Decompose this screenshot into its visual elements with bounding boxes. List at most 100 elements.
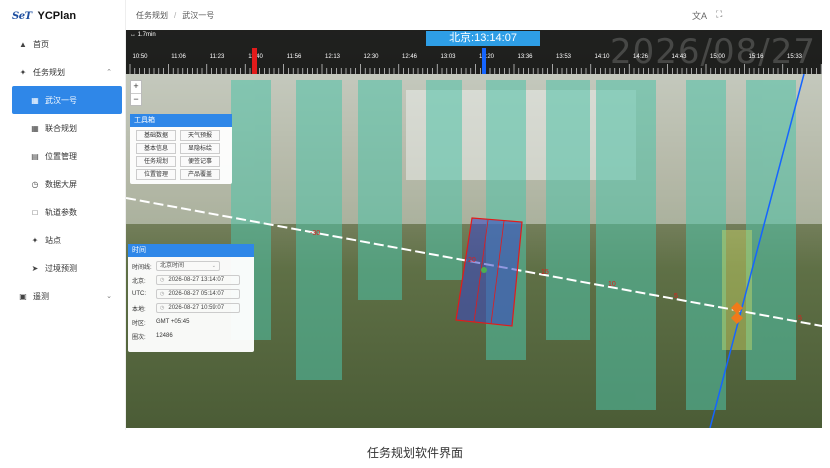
timeline-tick-label: 13:53 xyxy=(555,54,572,60)
calendar-icon: ▦ xyxy=(31,95,39,105)
sidebar-item-data-screen[interactable]: ◷ 数据大屏 xyxy=(0,170,126,198)
timezone-select[interactable]: 北京时间 ⌄ xyxy=(156,261,220,271)
clock-icon: ◷ xyxy=(31,179,39,189)
clock-icon: ◷ xyxy=(160,277,165,283)
satellite-icon: ✦ xyxy=(19,67,27,77)
figure-caption: 任务规划软件界面 xyxy=(366,446,463,460)
timezone-offset-value: GMT +05:45 xyxy=(156,319,190,325)
sidebar-item-label: 任务规划 xyxy=(33,67,65,77)
telemetry-icon: ▣ xyxy=(19,291,27,301)
toolbox-basic-data-button[interactable]: 基础数据 xyxy=(136,130,176,141)
track-label-minus30: -30 xyxy=(310,230,321,237)
sidebar-item-label: 首页 xyxy=(33,39,49,49)
timeline-tick-label: 14:43 xyxy=(671,54,687,60)
sidebar-item-label: 武汉一号 xyxy=(45,95,77,105)
fullscreen-icon[interactable]: ⛶ xyxy=(716,9,722,20)
breadcrumb-separator: / xyxy=(174,10,177,20)
map-view[interactable]: -30 20 15 10 5 5 ↔ 1.7min 北京:13:14:07 20… xyxy=(126,30,822,428)
track-label-5a: 5 xyxy=(674,293,678,300)
orbit-count-value: 12486 xyxy=(156,333,173,339)
zoom-out-button[interactable]: − xyxy=(131,93,141,105)
toolbox-mission-planning-button[interactable]: 任务规划 xyxy=(136,156,176,167)
sidebar-nav: ▲ 首页 ✦ 任务规划 ⌃ ▦ 武汉一号 ▦ 联合规划 ▤ 位置管理 ◷ 数据大… xyxy=(0,30,126,310)
track-label-10: 10 xyxy=(608,281,616,288)
utc-time-field[interactable]: ◷ 2026-08-27 05:14:07 xyxy=(156,289,240,299)
sidebar-item-label: 联合规划 xyxy=(45,123,77,133)
toolbox-basic-info-button[interactable]: 基本信息 xyxy=(136,143,176,154)
timeline-tick-label: 15:00 xyxy=(709,54,726,60)
clock-icon: ◷ xyxy=(160,305,165,311)
app-logo[interactable]: SeT YCPlan xyxy=(12,9,76,23)
top-header: 任务规划 / 武汉一号 文A ⛶ xyxy=(126,0,830,30)
breadcrumb-item-mission-planning[interactable]: 任务规划 xyxy=(136,10,168,21)
sidebar-item-transit-prediction[interactable]: ➤ 过境预测 xyxy=(0,254,126,282)
sidebar-item-label: 站点 xyxy=(45,235,61,245)
sidebar-item-location-management[interactable]: ▤ 位置管理 xyxy=(0,142,126,170)
time-panel-title: 时间 xyxy=(128,244,254,257)
orbit-count-label: 圈次: xyxy=(132,334,146,341)
map-icon: ▤ xyxy=(31,151,39,161)
timeline-bar[interactable]: ↔ 1.7min 北京:13:14:07 2026/08/27 10:50 11:… xyxy=(126,30,822,74)
sidebar-item-joint-planning[interactable]: ▦ 联合规划 xyxy=(0,114,126,142)
clock-icon: ◷ xyxy=(160,291,165,297)
timeline-tick-label: 12:30 xyxy=(363,54,379,60)
translate-icon[interactable]: 文A xyxy=(692,9,707,22)
timeline-ruler xyxy=(129,64,822,74)
local-time-label: 本地: xyxy=(132,306,146,313)
sidebar-item-label: 过境预测 xyxy=(45,263,77,273)
sidebar-item-stations[interactable]: ✦ 站点 xyxy=(0,226,126,254)
toolbox-toggle-plot-button[interactable]: 显隐标绘 xyxy=(180,143,220,154)
orbit-icon: □ xyxy=(32,207,38,217)
zoom-control: + − xyxy=(130,80,142,106)
sidebar-item-label: 轨道参数 xyxy=(45,207,77,217)
timeline-tick-label: 11:06 xyxy=(171,54,186,60)
toolbox-location-button[interactable]: 位置管理 xyxy=(136,169,176,180)
logo-mark: SeT xyxy=(12,10,32,22)
chevron-down-icon: ⌄ xyxy=(211,263,216,269)
timeline-tick-label: 12:13 xyxy=(324,54,341,60)
timeline-tick-label: 14:26 xyxy=(632,54,649,60)
toolbox-panel: 工具箱 基础数据 天气预报 基本信息 显隐标绘 任务规划 便签记事 位置管理 产… xyxy=(130,114,232,184)
timeline-tick-label: 12:46 xyxy=(401,54,418,60)
track-label-20: 20 xyxy=(468,257,476,264)
sidebar: SeT YCPlan ▲ 首页 ✦ 任务规划 ⌃ ▦ 武汉一号 ▦ 联合规划 ▤… xyxy=(0,0,126,430)
track-label-5b: 5 xyxy=(798,315,802,322)
timeline-current-window-marker[interactable] xyxy=(252,48,257,74)
timeline-tick-label: 11:56 xyxy=(286,54,302,60)
timeline-now-marker[interactable] xyxy=(482,48,486,74)
calendar-icon: ▦ xyxy=(31,123,39,133)
timezone-label: 时间线: xyxy=(132,264,152,271)
timeline-tick-label: 11:23 xyxy=(209,54,225,60)
sidebar-item-home[interactable]: ▲ 首页 xyxy=(0,30,126,58)
sidebar-item-mission-planning[interactable]: ✦ 任务规划 ⌃ xyxy=(0,58,126,86)
beijing-time-label: 北京: xyxy=(132,278,146,285)
timezone-offset-label: 时区: xyxy=(132,320,146,327)
sidebar-item-orbit-parameters[interactable]: □ 轨道参数 xyxy=(0,198,126,226)
home-icon: ▲ xyxy=(19,39,27,49)
send-icon: ➤ xyxy=(31,263,39,273)
toolbox-product-coverage-button[interactable]: 产品覆盖 xyxy=(180,169,220,180)
satellite-imagery xyxy=(126,30,822,428)
toolbox-notes-button[interactable]: 便签记事 xyxy=(180,156,220,167)
toolbox-title: 工具箱 xyxy=(130,114,232,127)
sidebar-item-wuhan-1[interactable]: ▦ 武汉一号 xyxy=(12,86,122,114)
timeline-tick-label: 13:03 xyxy=(440,54,456,60)
app-name: YCPlan xyxy=(37,10,77,22)
local-time-field[interactable]: ◷ 2026-08-27 10:59:07 xyxy=(156,303,240,313)
chevron-down-icon: ⌄ xyxy=(106,293,112,300)
sidebar-item-label: 位置管理 xyxy=(45,151,77,161)
sidebar-item-label: 数据大屏 xyxy=(45,179,77,189)
breadcrumb-item-wuhan-1: 武汉一号 xyxy=(182,10,215,20)
zoom-in-button[interactable]: + xyxy=(131,81,141,93)
timeline-tick-label: 15:16 xyxy=(748,54,764,60)
beijing-time-field[interactable]: ◷ 2026-08-27 13:14:07 xyxy=(156,275,240,285)
utc-time-label: UTC: xyxy=(132,291,146,297)
sidebar-item-label: 遥测 xyxy=(33,291,49,301)
chevron-up-icon: ⌃ xyxy=(106,69,112,76)
time-panel: 时间 时间线: 北京时间 ⌄ 北京: ◷ 2026-08-27 13:14:07… xyxy=(128,244,254,352)
sidebar-item-telemetry[interactable]: ▣ 遥测 ⌄ xyxy=(0,282,126,310)
satellite-icon: ✦ xyxy=(31,235,39,245)
timeline-tick-label: 13:36 xyxy=(517,54,533,60)
timeline-tick-label: 15:33 xyxy=(786,54,803,60)
toolbox-weather-button[interactable]: 天气预报 xyxy=(180,130,220,141)
